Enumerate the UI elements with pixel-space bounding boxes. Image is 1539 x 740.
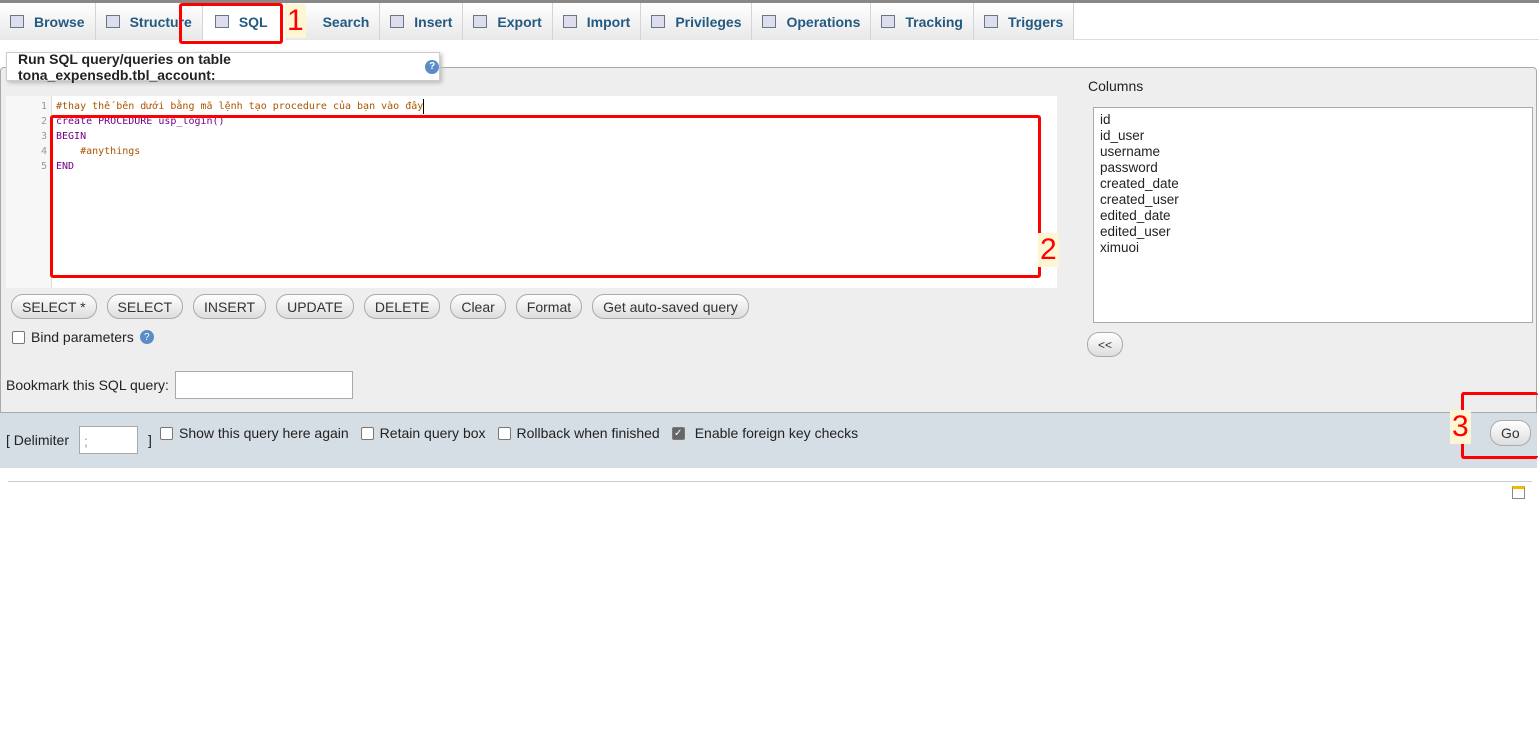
update-button[interactable]: UPDATE (276, 294, 354, 319)
bind-parameters-checkbox[interactable] (12, 330, 25, 344)
tab-label: Tracking (905, 13, 963, 30)
query-template-buttons: SELECT * SELECT INSERT UPDATE DELETE Cle… (11, 294, 749, 319)
tab-label: Export (497, 13, 542, 30)
bookmark-label: Bookmark this SQL query: (6, 377, 169, 393)
line-number: 3 (40, 131, 47, 142)
retain-query-box-checkbox[interactable] (360, 426, 374, 440)
column-item[interactable]: created_user (1100, 192, 1526, 208)
tab-label: Search (322, 13, 370, 30)
bind-parameters-label: Bind parameters (31, 329, 134, 345)
rollback-checkbox[interactable] (497, 426, 511, 440)
line-number: 5 (40, 161, 47, 172)
tab-insert[interactable]: Insert (380, 3, 464, 40)
foreign-key-checks-checkbox[interactable]: ✓ (671, 426, 685, 440)
help-icon[interactable]: ? (425, 59, 439, 74)
column-item[interactable]: id (1100, 112, 1526, 128)
tab-label: Import (586, 13, 631, 30)
tracking-icon (881, 15, 896, 28)
foreign-key-checks-label: Enable foreign key checks (694, 425, 859, 441)
tab-label: Operations (786, 13, 861, 30)
console-icon[interactable] (1512, 486, 1525, 499)
legend-text: Run SQL query/queries on table tona_expe… (18, 50, 231, 83)
browse-icon (10, 15, 24, 28)
column-item[interactable]: edited_user (1100, 224, 1526, 240)
panel-legend: Run SQL query/queries on table tona_expe… (6, 50, 440, 83)
column-item[interactable]: ximuoi (1100, 240, 1526, 256)
divider (8, 481, 1532, 482)
privileges-icon (651, 15, 666, 28)
tab-import[interactable]: Import (552, 3, 642, 40)
tab-label: Insert (414, 13, 453, 30)
tab-triggers[interactable]: Triggers (973, 3, 1075, 40)
tab-label: Browse (34, 13, 85, 30)
rollback-label: Rollback when finished (516, 425, 660, 441)
triggers-icon (983, 15, 998, 28)
annotation-number: 3 (1450, 410, 1471, 444)
tab-label: Triggers (1007, 13, 1064, 30)
annotation-number: 1 (285, 4, 306, 38)
annotation-box (179, 3, 283, 44)
show-query-checkbox[interactable] (160, 426, 173, 440)
tab-privileges[interactable]: Privileges (641, 3, 753, 40)
insert-button[interactable]: INSERT (193, 294, 267, 319)
column-item[interactable]: id_user (1100, 128, 1526, 144)
show-query-label: Show this query here again (179, 425, 349, 441)
checkbox-options: Show this query here again Retain query … (160, 425, 858, 441)
select-button[interactable]: SELECT (106, 294, 184, 319)
delimiter-bracket: ] (148, 432, 152, 448)
tab-label: Privileges (675, 13, 742, 30)
line-number: 2 (40, 116, 47, 127)
retain-query-box-label: Retain query box (379, 425, 486, 441)
insert-icon (390, 15, 405, 28)
line-gutter: 1 2 3 4 5 (6, 96, 52, 288)
delimiter-label: [ Delimiter (6, 432, 70, 448)
tab-tracking[interactable]: Tracking (871, 3, 974, 40)
get-auto-saved-query-button[interactable]: Get auto-saved query (592, 294, 749, 319)
line-number: 4 (40, 146, 47, 157)
annotation-box (1461, 392, 1538, 459)
column-item[interactable]: username (1100, 144, 1526, 160)
line-number: 1 (40, 101, 47, 112)
insert-column-button[interactable]: << (1087, 332, 1124, 357)
column-item[interactable]: created_date (1100, 176, 1526, 192)
export-icon (473, 15, 488, 28)
code-line: #thay thế bên dưới bằng mã lệnh tạo proc… (56, 99, 425, 114)
select-all-button[interactable]: SELECT * (11, 294, 97, 319)
annotation-box (50, 115, 1041, 278)
bookmark-row: Bookmark this SQL query: (6, 371, 353, 399)
column-item[interactable]: password (1100, 160, 1526, 176)
column-item[interactable]: edited_date (1100, 208, 1526, 224)
delimiter-input[interactable]: ; (79, 426, 139, 454)
query-options: [ Delimiter ; ] (6, 426, 152, 454)
tab-browse[interactable]: Browse (0, 3, 96, 40)
annotation-number: 2 (1038, 233, 1059, 267)
columns-label: Columns (1088, 78, 1144, 94)
structure-icon (105, 15, 120, 28)
bookmark-input[interactable] (174, 371, 353, 399)
import-icon (562, 15, 577, 28)
operations-icon (762, 15, 777, 28)
tab-export[interactable]: Export (463, 3, 553, 40)
clear-button[interactable]: Clear (450, 294, 506, 319)
help-icon[interactable]: ? (139, 330, 154, 344)
delete-button[interactable]: DELETE (363, 294, 441, 319)
tab-operations[interactable]: Operations (752, 3, 872, 40)
columns-list[interactable]: id id_user username password created_dat… (1093, 107, 1533, 323)
format-button[interactable]: Format (515, 294, 583, 319)
bind-parameters-row: Bind parameters ? (12, 329, 154, 345)
